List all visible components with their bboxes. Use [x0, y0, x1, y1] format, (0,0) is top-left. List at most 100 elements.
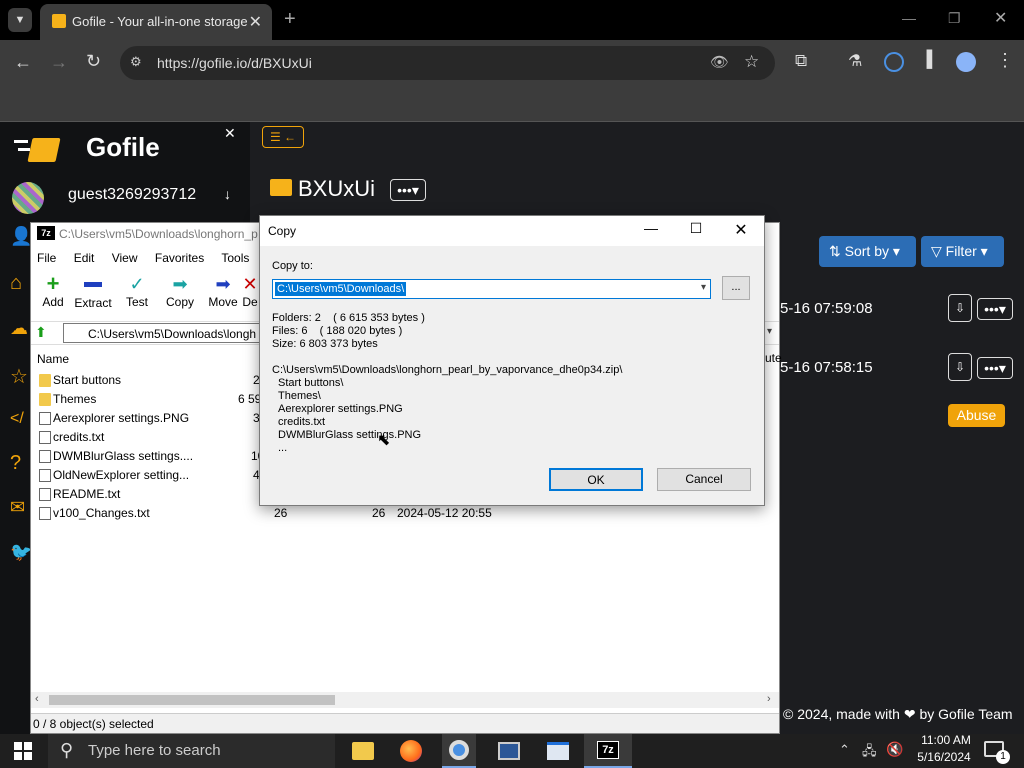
eye-off-icon[interactable]: 👁: [710, 53, 729, 71]
abuse-button[interactable]: Abuse: [948, 404, 1005, 427]
network-icon[interactable]: 🖧: [862, 742, 877, 764]
item-name: Themes: [53, 392, 97, 406]
up-folder-icon[interactable]: ⬆: [35, 324, 51, 340]
close-sidebar-icon[interactable]: ✕: [224, 125, 236, 142]
nav-star-icon[interactable]: ☆: [10, 364, 28, 389]
menu-file[interactable]: File: [37, 251, 56, 265]
restore-icon[interactable]: ❐: [948, 10, 961, 27]
extension-blue-icon[interactable]: [884, 52, 904, 72]
taskbar: ⚲ Type here to search 7z ⌃ 🖧 🔇 11:00 AM …: [0, 733, 1024, 768]
nav-code-icon[interactable]: </: [10, 410, 24, 428]
image-file-icon: [39, 469, 51, 482]
star-icon[interactable]: ☆: [744, 52, 759, 72]
download-icon[interactable]: ⇩: [948, 294, 972, 322]
minimize-icon[interactable]: —: [636, 220, 666, 242]
source-item: ...: [278, 442, 288, 454]
file-options-button[interactable]: •••▾: [977, 298, 1013, 320]
tab-title: Gofile - Your all-in-one storage: [72, 14, 247, 29]
selection-status: 0 / 8 object(s) selected: [33, 717, 154, 731]
tab-list-button[interactable]: ▼: [8, 8, 32, 32]
folder-icon: [39, 374, 51, 387]
scrollbar-thumb[interactable]: [49, 695, 335, 705]
copy-button[interactable]: ➡ Copy: [158, 271, 202, 309]
clock-date[interactable]: 5/16/2024: [912, 750, 976, 764]
column-header-attributes[interactable]: ute: [765, 351, 782, 365]
cancel-button[interactable]: Cancel: [657, 468, 751, 491]
image-file-icon: [39, 412, 51, 425]
sort-button[interactable]: ⇅ Sort by ▾: [819, 236, 916, 267]
maximize-icon[interactable]: ☐: [681, 220, 711, 242]
browser-toolbar: ← → ↻ ⚙ https://gofile.io/d/BXUxUi 👁 ☆ ⧉…: [0, 40, 1024, 86]
address-bar[interactable]: ⚙ https://gofile.io/d/BXUxUi 👁 ☆: [120, 46, 775, 80]
move-label: Move: [208, 295, 238, 309]
user-row[interactable]: guest3269293712 ↓: [0, 180, 250, 214]
extensions-icon[interactable]: ⧉: [795, 51, 807, 71]
scroll-left-icon[interactable]: ‹: [35, 693, 39, 705]
size-info: Size: 6 803 373 bytes: [272, 338, 378, 350]
menu-edit[interactable]: Edit: [74, 251, 95, 265]
menu-favorites[interactable]: Favorites: [155, 251, 204, 265]
reload-icon[interactable]: ↻: [86, 51, 101, 72]
source-item: Aerexplorer settings.PNG: [278, 403, 403, 415]
source-item: DWMBlurGlass settings.PNG: [278, 429, 422, 441]
volume-muted-icon[interactable]: 🔇: [886, 741, 903, 758]
address-dropdown-icon[interactable]: ▾: [767, 326, 772, 337]
clock-time[interactable]: 11:00 AM: [914, 733, 978, 747]
files-info: Files: 6 ( 188 020 bytes ): [272, 325, 403, 337]
nav-upload-icon[interactable]: ☁: [10, 318, 28, 339]
sidepanel-icon[interactable]: ▐: [921, 51, 932, 69]
windows-start-icon[interactable]: [14, 742, 32, 760]
scroll-right-icon[interactable]: ›: [767, 693, 771, 705]
test-button[interactable]: ✓ Test: [115, 271, 159, 309]
file-options-button[interactable]: •••▾: [977, 357, 1013, 379]
chrome-icon[interactable]: [442, 734, 476, 768]
nav-help-icon[interactable]: ?: [10, 452, 21, 475]
labs-icon[interactable]: ⚗: [848, 51, 862, 71]
filter-button[interactable]: ▽ Filter ▾: [921, 236, 1004, 267]
destination-combobox[interactable]: C:\Users\vm5\Downloads\ ▾: [272, 279, 711, 299]
new-tab-icon[interactable]: +: [284, 8, 296, 31]
plus-icon: +: [46, 271, 60, 296]
close-window-icon[interactable]: ✕: [994, 8, 1007, 28]
path-field[interactable]: C:\Users\vm5\Downloads\longh: [63, 323, 263, 343]
folder-options-button[interactable]: •••▾: [390, 179, 426, 201]
delete-button[interactable]: ✕ De: [239, 271, 261, 309]
horizontal-scrollbar[interactable]: ‹ ›: [31, 692, 779, 708]
taskbar-search[interactable]: ⚲ Type here to search: [48, 734, 335, 768]
minimize-icon[interactable]: —: [902, 10, 916, 26]
nav-user-icon[interactable]: 👤: [10, 226, 32, 246]
chevron-down-icon[interactable]: ▾: [701, 282, 706, 293]
toggle-sidebar-button[interactable]: ☰ ←: [262, 126, 304, 148]
app-window-icon[interactable]: [498, 742, 520, 760]
file-explorer-icon[interactable]: [352, 742, 374, 760]
dialog-titlebar[interactable]: Copy — ☐ ✕: [260, 216, 764, 246]
add-button[interactable]: + Add: [31, 271, 75, 310]
extract-label: Extract: [74, 296, 112, 310]
browser-tab[interactable]: Gofile - Your all-in-one storage ✕: [40, 4, 272, 40]
notepad-icon[interactable]: [547, 742, 569, 760]
close-icon[interactable]: ✕: [726, 220, 756, 242]
forward-icon[interactable]: →: [50, 52, 68, 73]
item-name: DWMBlurGlass settings....: [53, 449, 194, 463]
site-info-icon[interactable]: ⚙: [130, 54, 142, 70]
browse-button[interactable]: ...: [722, 276, 750, 300]
copy-dialog: Copy — ☐ ✕ Copy to: C:\Users\vm5\Downloa…: [259, 215, 765, 506]
ok-button[interactable]: OK: [549, 468, 643, 491]
list-item[interactable]: v100_Changes.txt 26 26 2024-05-12 20:55: [31, 504, 779, 523]
extract-button[interactable]: Extract: [71, 271, 115, 310]
menu-icon[interactable]: ⋮: [996, 50, 1014, 71]
column-header-name[interactable]: Name: [37, 352, 69, 366]
chevron-down-icon: ↓: [224, 186, 231, 202]
download-icon[interactable]: ⇩: [948, 353, 972, 381]
back-icon[interactable]: ←: [14, 52, 32, 73]
menu-tools[interactable]: Tools: [221, 251, 249, 265]
menu-view[interactable]: View: [112, 251, 138, 265]
profile-avatar[interactable]: [956, 52, 976, 72]
firefox-icon[interactable]: [400, 740, 422, 762]
search-placeholder: Type here to search: [88, 742, 221, 759]
sevenzip-taskbar-icon[interactable]: 7z: [584, 734, 632, 768]
chevron-up-icon[interactable]: ⌃: [839, 742, 850, 758]
close-tab-icon[interactable]: ✕: [249, 12, 262, 32]
nav-mail-icon[interactable]: ✉: [10, 497, 25, 518]
nav-home-icon[interactable]: ⌂: [10, 272, 22, 295]
